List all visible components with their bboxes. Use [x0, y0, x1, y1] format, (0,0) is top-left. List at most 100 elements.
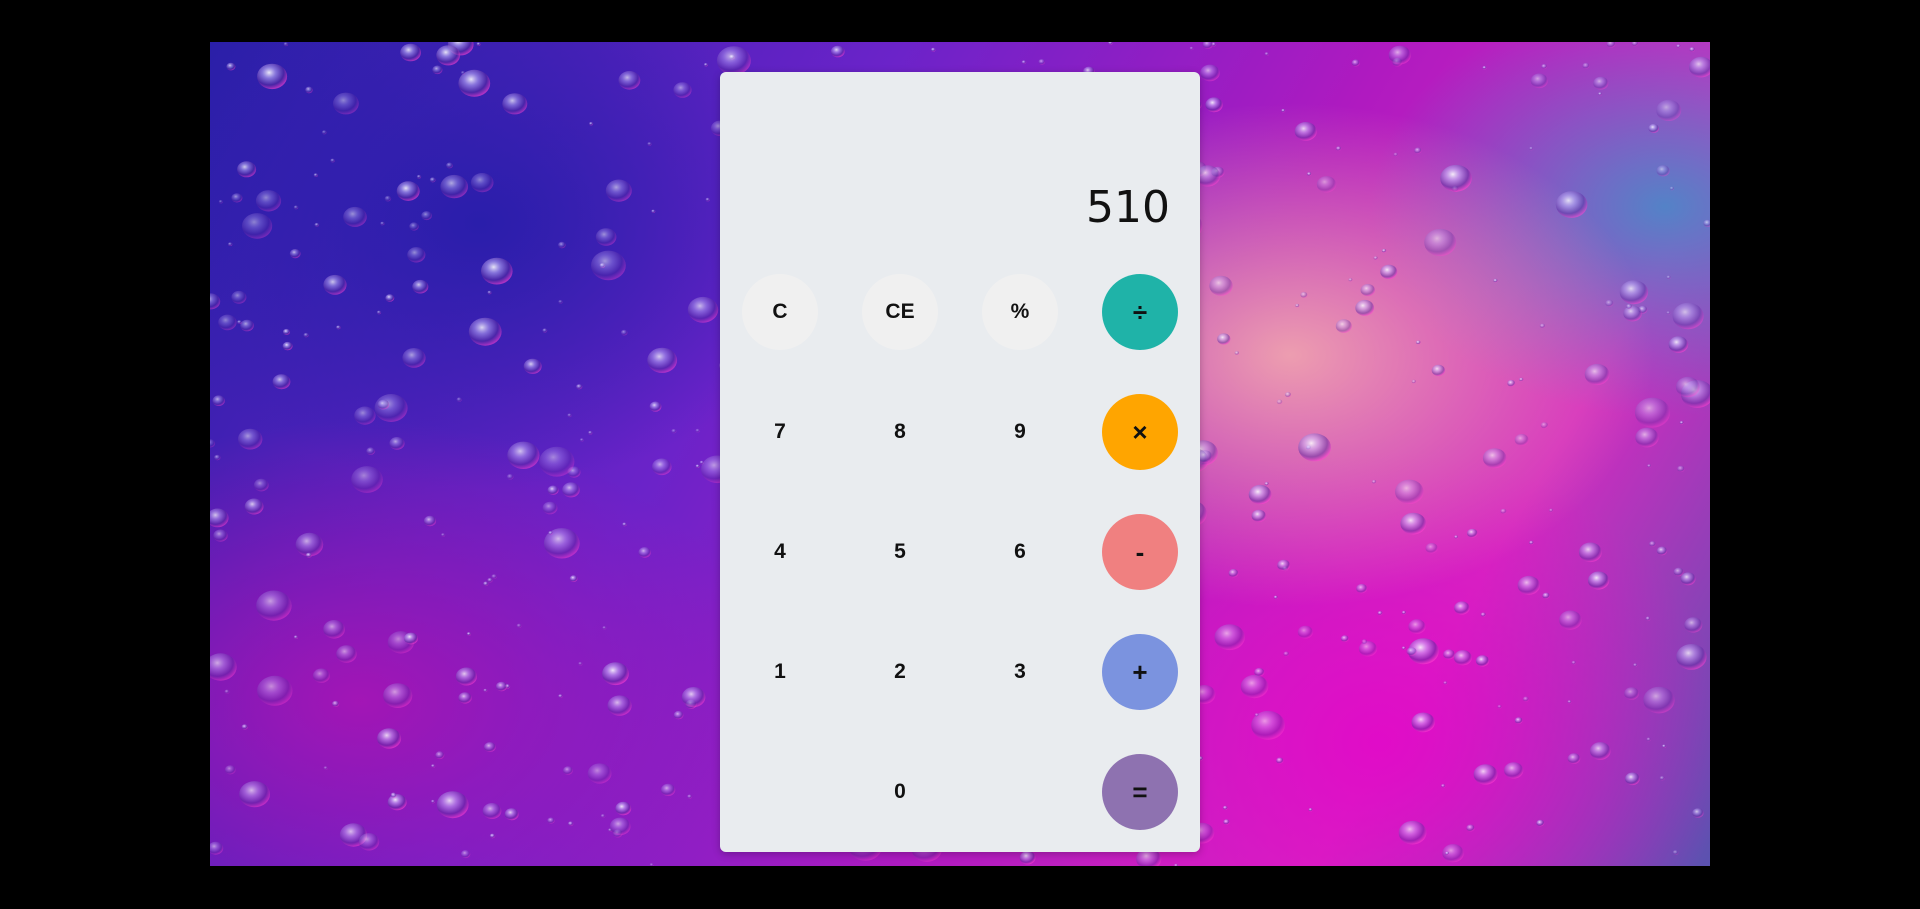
- water-drop: [218, 200, 223, 204]
- water-drop: [380, 221, 385, 226]
- water-drop: [333, 92, 359, 115]
- water-drop: [1373, 256, 1378, 260]
- clear-entry-button[interactable]: CE: [862, 274, 938, 350]
- water-drop: [716, 46, 751, 75]
- water-drop: [516, 623, 522, 628]
- water-drop: [257, 63, 288, 90]
- water-drop: [447, 42, 474, 56]
- water-drop: [1381, 248, 1387, 253]
- digit-8-button[interactable]: 8: [862, 394, 938, 470]
- digit-0-button[interactable]: 0: [862, 754, 938, 830]
- water-drop: [1500, 508, 1507, 514]
- water-drop: [685, 699, 697, 709]
- water-drop: [1401, 610, 1407, 615]
- add-button[interactable]: +: [1102, 634, 1178, 710]
- water-drop: [1676, 644, 1707, 670]
- water-drop: [240, 319, 254, 332]
- water-drop: [1598, 92, 1603, 96]
- digit-4-button[interactable]: 4: [742, 514, 818, 590]
- water-drop: [595, 228, 617, 246]
- water-drop: [244, 498, 264, 515]
- water-drop: [695, 464, 700, 468]
- water-drop: [458, 692, 472, 704]
- water-drop: [256, 590, 292, 621]
- water-drop: [489, 833, 496, 839]
- water-drop: [339, 823, 368, 847]
- multiply-button[interactable]: ×: [1102, 394, 1178, 470]
- water-drop: [1411, 712, 1435, 733]
- water-drop: [1675, 376, 1700, 398]
- clear-button[interactable]: C: [742, 274, 818, 350]
- water-drop: [466, 632, 471, 636]
- water-drop: [1306, 445, 1312, 450]
- water-drop: [385, 294, 395, 302]
- water-drop: [1276, 757, 1284, 764]
- water-drop: [1316, 176, 1337, 193]
- digit-3-button[interactable]: 3: [982, 634, 1058, 710]
- water-drop: [687, 794, 692, 799]
- water-drop: [1482, 448, 1507, 469]
- subtract-button[interactable]: -: [1102, 514, 1178, 590]
- water-drop: [409, 222, 419, 231]
- water-drop: [1666, 311, 1671, 315]
- digit-6-button[interactable]: 6: [982, 514, 1058, 590]
- water-drop: [431, 764, 436, 768]
- water-drop: [1578, 542, 1602, 563]
- percent-button[interactable]: %: [982, 274, 1058, 350]
- water-drop: [673, 710, 684, 720]
- water-drop: [1361, 639, 1368, 645]
- water-drop: [1214, 624, 1245, 651]
- water-drop: [609, 817, 631, 836]
- water-drop: [487, 290, 492, 295]
- water-drop: [460, 71, 466, 75]
- water-drop: [576, 384, 583, 390]
- water-drop: [400, 43, 421, 62]
- water-drop: [402, 348, 426, 368]
- water-drop: [605, 179, 632, 202]
- water-drop: [588, 430, 593, 435]
- water-drop: [387, 631, 415, 654]
- digit-7-button[interactable]: 7: [742, 394, 818, 470]
- water-drop: [312, 668, 330, 683]
- water-drop: [210, 508, 229, 528]
- digit-1-button[interactable]: 1: [742, 634, 818, 710]
- divide-button[interactable]: ÷: [1102, 274, 1178, 350]
- water-drop: [1441, 784, 1446, 788]
- digit-2-button[interactable]: 2: [862, 634, 938, 710]
- water-drop: [212, 395, 225, 407]
- water-drop: [1582, 62, 1590, 69]
- water-drop: [1689, 47, 1695, 52]
- water-drop: [1205, 97, 1223, 113]
- water-drop: [293, 635, 298, 639]
- water-drop: [695, 428, 700, 433]
- water-drop: [1589, 742, 1611, 760]
- water-drop: [1635, 427, 1659, 448]
- water-drop: [1411, 379, 1416, 384]
- water-drop: [507, 441, 540, 469]
- water-drop: [703, 63, 708, 67]
- water-drop: [1692, 808, 1704, 818]
- water-drop: [1019, 851, 1036, 865]
- water-drop: [436, 791, 469, 819]
- water-drop: [1625, 772, 1640, 786]
- water-drop: [314, 222, 320, 227]
- water-drop: [1282, 566, 1289, 572]
- water-drop: [1473, 764, 1498, 785]
- water-drop: [1540, 422, 1549, 429]
- water-drop: [376, 310, 382, 315]
- water-drop: [336, 645, 357, 663]
- water-drop: [547, 485, 559, 495]
- water-drop: [1631, 42, 1639, 47]
- digit-5-button[interactable]: 5: [862, 514, 938, 590]
- water-drop: [547, 817, 555, 824]
- water-drop: [1371, 479, 1377, 484]
- water-drop: [1222, 805, 1228, 810]
- water-drop: [1277, 559, 1291, 571]
- water-drop: [1677, 465, 1685, 473]
- digit-9-button[interactable]: 9: [982, 394, 1058, 470]
- water-drop: [1228, 569, 1239, 578]
- water-drop: [569, 575, 578, 582]
- equals-button[interactable]: =: [1102, 754, 1178, 830]
- water-drop: [1424, 228, 1457, 257]
- water-drop: [504, 684, 511, 689]
